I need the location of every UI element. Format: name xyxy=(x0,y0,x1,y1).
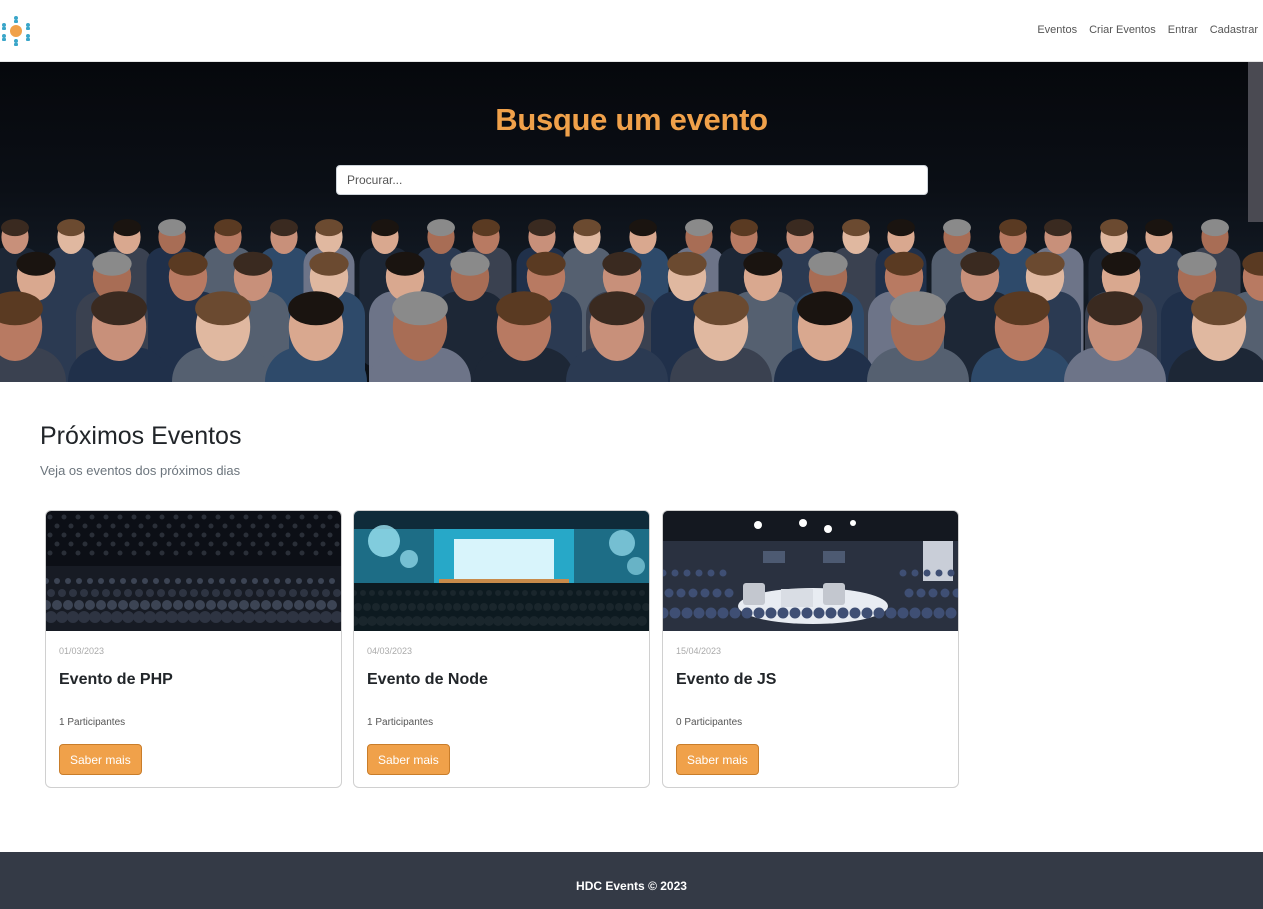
event-date: 15/04/2023 xyxy=(676,646,722,656)
event-participants: 1 Participantes xyxy=(59,717,126,728)
event-card: 04/03/2023 Evento de Node 1 Participante… xyxy=(353,510,650,788)
event-card: 01/03/2023 Evento de PHP 1 Participantes… xyxy=(45,510,342,788)
event-title: Evento de Node xyxy=(367,671,488,688)
event-date: 04/03/2023 xyxy=(367,646,413,656)
blue-theater-stage-photo xyxy=(354,511,649,631)
event-card: 15/04/2023 Evento de JS 0 Participantes … xyxy=(662,510,959,788)
event-title: Evento de PHP xyxy=(59,671,173,688)
event-title: Evento de JS xyxy=(676,671,777,688)
section-title: Próximos Eventos xyxy=(40,422,242,450)
dark-auditorium-photo xyxy=(46,511,341,631)
nav-link-criar-eventos[interactable]: Criar Eventos xyxy=(1089,23,1156,37)
saber-mais-button[interactable]: Saber mais xyxy=(367,744,450,775)
section-subtitle: Veja os eventos dos próximos dias xyxy=(40,463,241,478)
saber-mais-button[interactable]: Saber mais xyxy=(59,744,142,775)
hero-title: Busque um evento xyxy=(495,102,768,137)
navbar: Eventos Criar Eventos Entrar Cadastrar xyxy=(0,0,1263,62)
event-participants: 0 Participantes xyxy=(676,717,743,728)
hero-banner: Busque um evento xyxy=(0,62,1263,382)
saber-mais-button[interactable]: Saber mais xyxy=(676,744,759,775)
people-network-icon[interactable] xyxy=(0,15,32,47)
footer-text: HDC Events © 2023 xyxy=(576,879,687,893)
nav-link-entrar[interactable]: Entrar xyxy=(1168,23,1198,37)
nav-link-eventos[interactable]: Eventos xyxy=(1037,23,1077,37)
panel-discussion-photo xyxy=(663,511,958,631)
nav-links: Eventos Criar Eventos Entrar Cadastrar xyxy=(1037,23,1258,37)
nav-link-cadastrar[interactable]: Cadastrar xyxy=(1210,23,1258,37)
footer: HDC Events © 2023 xyxy=(0,852,1263,909)
search-input[interactable] xyxy=(336,165,928,195)
event-participants: 1 Participantes xyxy=(367,717,434,728)
event-date: 01/03/2023 xyxy=(59,646,105,656)
